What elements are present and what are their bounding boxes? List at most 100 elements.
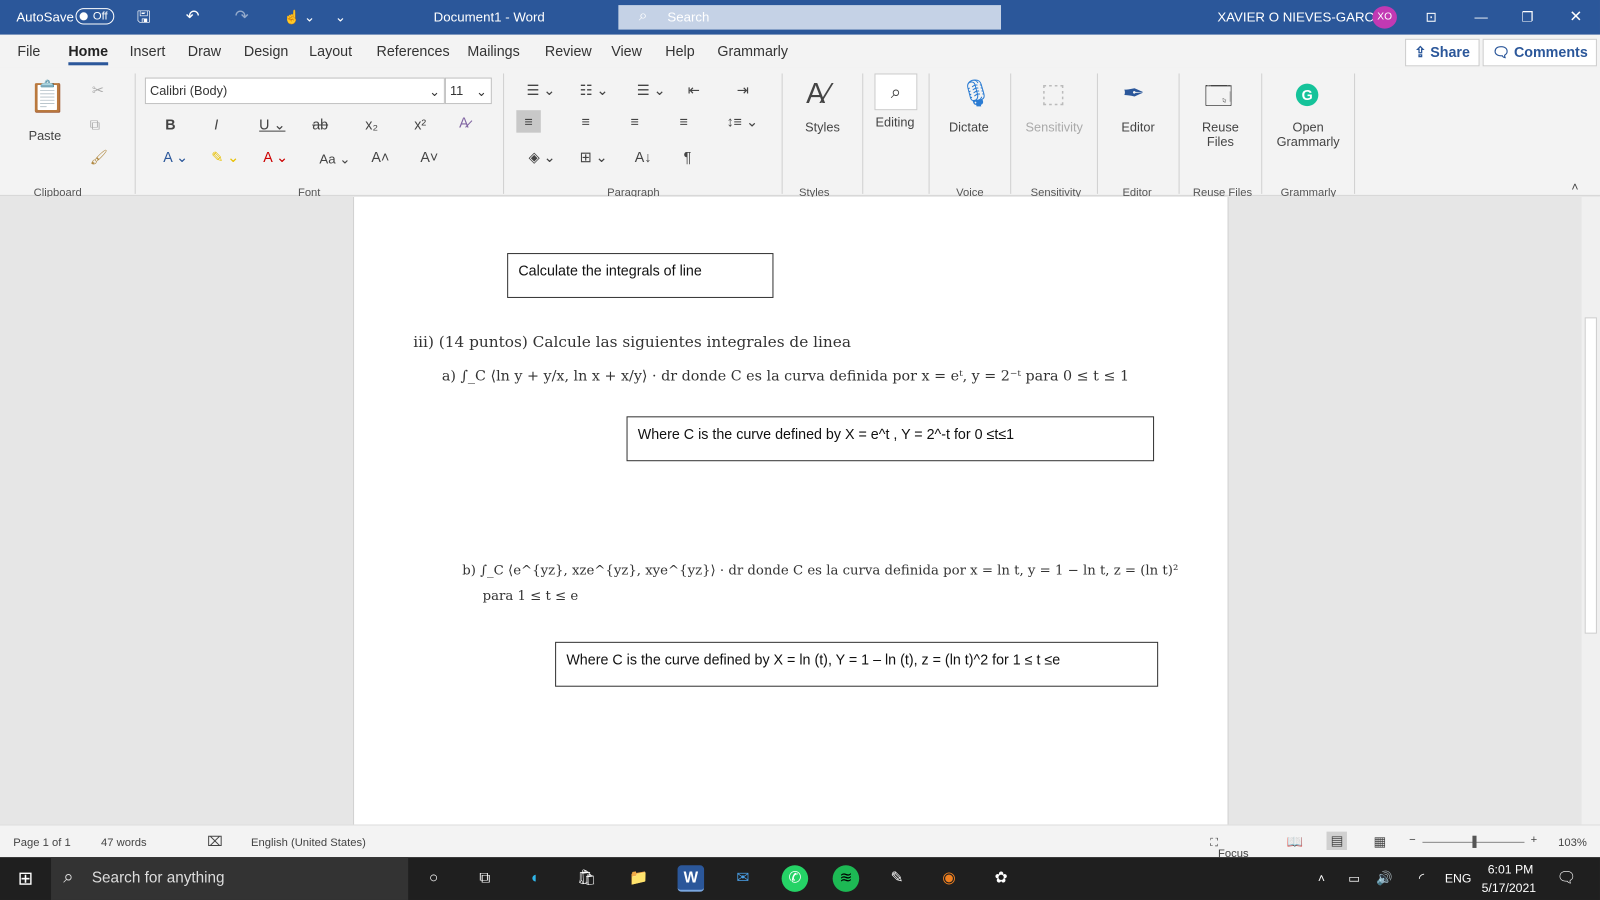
find-icon[interactable]: ⌕ bbox=[874, 73, 918, 111]
reuse-files-icon[interactable]: 🗔 bbox=[1204, 78, 1233, 123]
highlight-icon[interactable]: ✎ ⌄ bbox=[211, 149, 239, 166]
word-icon[interactable]: W bbox=[677, 865, 705, 892]
editing-label[interactable]: Editing bbox=[876, 115, 915, 129]
spotify-icon[interactable]: ≋ bbox=[832, 865, 860, 892]
windows-start-icon[interactable]: ⊞ bbox=[12, 865, 39, 892]
borders-icon[interactable]: ⊞ ⌄ bbox=[580, 149, 608, 166]
italic-icon[interactable]: I bbox=[214, 116, 218, 132]
task-view-icon[interactable]: ⧉ bbox=[471, 865, 498, 892]
language[interactable]: English (United States) bbox=[251, 837, 366, 849]
font-name-select[interactable]: Calibri (Body) ⌄ bbox=[144, 77, 445, 105]
styles-label[interactable]: Styles bbox=[805, 120, 840, 134]
minimize-icon[interactable]: — bbox=[1474, 9, 1487, 24]
copy-icon[interactable]: ⧉ bbox=[90, 116, 100, 133]
font-size-select[interactable]: 11 ⌄ bbox=[444, 77, 492, 105]
battery-icon[interactable]: ▭ bbox=[1341, 865, 1368, 892]
print-layout-icon[interactable]: ▤ bbox=[1326, 831, 1348, 850]
store-icon[interactable]: 🛍 bbox=[573, 865, 600, 892]
font-color-icon[interactable]: A ⌄ bbox=[263, 149, 288, 166]
document-page[interactable]: Calculate the integrals of line iii) (14… bbox=[353, 196, 1229, 825]
reuse-files-label[interactable]: Reuse Files bbox=[1194, 120, 1247, 149]
undo-icon[interactable]: ↶ bbox=[186, 6, 200, 26]
language-indicator[interactable]: ENG bbox=[1445, 871, 1472, 885]
increase-indent-icon[interactable]: ⇥ bbox=[737, 82, 749, 99]
file-explorer-icon[interactable]: 📁 bbox=[626, 865, 653, 892]
tab-home[interactable]: Home bbox=[68, 43, 109, 66]
tab-references[interactable]: References bbox=[377, 43, 450, 59]
redo-icon[interactable]: ↷ bbox=[235, 6, 249, 26]
tab-design[interactable]: Design bbox=[244, 43, 288, 59]
zoom-in-icon[interactable]: + bbox=[1531, 834, 1538, 846]
taskbar-search-input[interactable]: ⌕ Search for anything bbox=[51, 857, 409, 900]
text-box[interactable]: Where C is the curve defined by X = ln (… bbox=[555, 641, 1159, 687]
tab-help[interactable]: Help bbox=[665, 43, 694, 59]
show-hidden-icons[interactable]: ˄ bbox=[1308, 865, 1335, 892]
avatar[interactable]: XO bbox=[1372, 6, 1397, 29]
read-mode-icon[interactable]: 📖 bbox=[1287, 834, 1304, 850]
blender-icon[interactable]: ◉ bbox=[936, 865, 963, 892]
shading-icon[interactable]: ◈ ⌄ bbox=[529, 149, 556, 166]
search-input[interactable]: ⌕ Search bbox=[618, 5, 1002, 30]
volume-icon[interactable]: 🔊 bbox=[1371, 865, 1398, 892]
clock-time[interactable]: 6:01 PM bbox=[1488, 862, 1534, 876]
page-count[interactable]: Page 1 of 1 bbox=[13, 837, 70, 849]
clock-date[interactable]: 5/17/2021 bbox=[1482, 881, 1536, 895]
share-button[interactable]: ⇪ Share bbox=[1405, 38, 1480, 67]
sort-icon[interactable]: A↓ bbox=[635, 149, 652, 165]
numbering-icon[interactable]: ☷ ⌄ bbox=[580, 82, 609, 99]
underline-icon[interactable]: U ⌄ bbox=[259, 116, 285, 133]
change-case-icon[interactable]: Aa ⌄ bbox=[319, 151, 350, 167]
davinci-resolve-icon[interactable]: ✿ bbox=[988, 865, 1015, 892]
focus-button[interactable]: ⛶ Focus bbox=[1210, 837, 1248, 860]
edge-icon[interactable]: ◐ bbox=[522, 865, 549, 892]
strikethrough-icon[interactable]: ab bbox=[312, 116, 328, 132]
styles-icon[interactable]: A⁄ bbox=[806, 78, 830, 111]
web-layout-icon[interactable]: ▦ bbox=[1373, 834, 1386, 850]
text-effects-icon[interactable]: A ⌄ bbox=[163, 149, 188, 166]
superscript-icon[interactable]: x² bbox=[414, 116, 426, 132]
format-painter-icon[interactable]: 🖌 bbox=[90, 149, 108, 166]
autosave-toggle[interactable]: Off bbox=[75, 8, 115, 25]
user-name[interactable]: XAVIER O NIEVES-GARCIA bbox=[1217, 9, 1386, 24]
text-box[interactable]: Where C is the curve defined by X = e^t … bbox=[626, 416, 1155, 462]
cut-icon[interactable]: ✂ bbox=[92, 82, 104, 99]
tab-review[interactable]: Review bbox=[545, 43, 592, 59]
tab-mailings[interactable]: Mailings bbox=[467, 43, 519, 59]
customize-toolbar-icon[interactable]: ⌄ bbox=[335, 9, 346, 25]
editor-label[interactable]: Editor bbox=[1121, 120, 1154, 134]
tab-grammarly[interactable]: Grammarly bbox=[717, 43, 788, 59]
scroll-thumb[interactable] bbox=[1584, 317, 1597, 634]
tab-layout[interactable]: Layout bbox=[309, 43, 352, 59]
zoom-out-icon[interactable]: − bbox=[1409, 834, 1416, 846]
zoom-level[interactable]: 103% bbox=[1558, 837, 1587, 849]
ribbon-display-icon[interactable]: ⊡ bbox=[1425, 9, 1436, 25]
proofing-icon[interactable]: ⌧ bbox=[207, 834, 222, 850]
justify-icon[interactable]: ≡ bbox=[680, 113, 688, 129]
grow-font-icon[interactable]: A˄ bbox=[371, 149, 389, 165]
collapse-ribbon-icon[interactable]: ˄ bbox=[1571, 180, 1578, 194]
cortana-icon[interactable]: ○ bbox=[420, 865, 447, 892]
show-formatting-icon[interactable]: ¶ bbox=[684, 149, 692, 165]
text-box[interactable]: Calculate the integrals of line bbox=[507, 253, 774, 298]
sensitivity-label[interactable]: Sensitivity bbox=[1026, 120, 1083, 134]
paste-icon[interactable]: 📋 bbox=[29, 80, 67, 116]
whatsapp-icon[interactable]: ✆ bbox=[781, 865, 809, 892]
align-right-icon[interactable]: ≡ bbox=[631, 113, 639, 129]
mail-icon[interactable]: ✉ bbox=[730, 865, 757, 892]
notifications-icon[interactable]: 🗨 bbox=[1553, 865, 1580, 892]
open-grammarly-label[interactable]: Open Grammarly bbox=[1273, 120, 1342, 149]
bullets-icon[interactable]: ☰ ⌄ bbox=[527, 82, 556, 99]
microphone-icon[interactable]: 🎙 bbox=[959, 78, 993, 110]
tab-file[interactable]: File bbox=[17, 43, 40, 59]
zoom-slider-thumb[interactable] bbox=[1472, 835, 1477, 848]
multilevel-list-icon[interactable]: ☰ ⌄ bbox=[637, 82, 666, 99]
bold-icon[interactable]: B bbox=[165, 116, 175, 132]
paste-label[interactable]: Paste bbox=[29, 129, 62, 143]
line-spacing-icon[interactable]: ↕≡ ⌄ bbox=[727, 113, 758, 130]
tab-draw[interactable]: Draw bbox=[188, 43, 221, 59]
tab-view[interactable]: View bbox=[611, 43, 642, 59]
comments-button[interactable]: 🗨 Comments bbox=[1482, 38, 1597, 67]
close-icon[interactable]: ✕ bbox=[1569, 7, 1582, 25]
subscript-icon[interactable]: x₂ bbox=[365, 116, 378, 132]
touch-mode-icon[interactable]: ☝ ⌄ bbox=[284, 9, 315, 25]
